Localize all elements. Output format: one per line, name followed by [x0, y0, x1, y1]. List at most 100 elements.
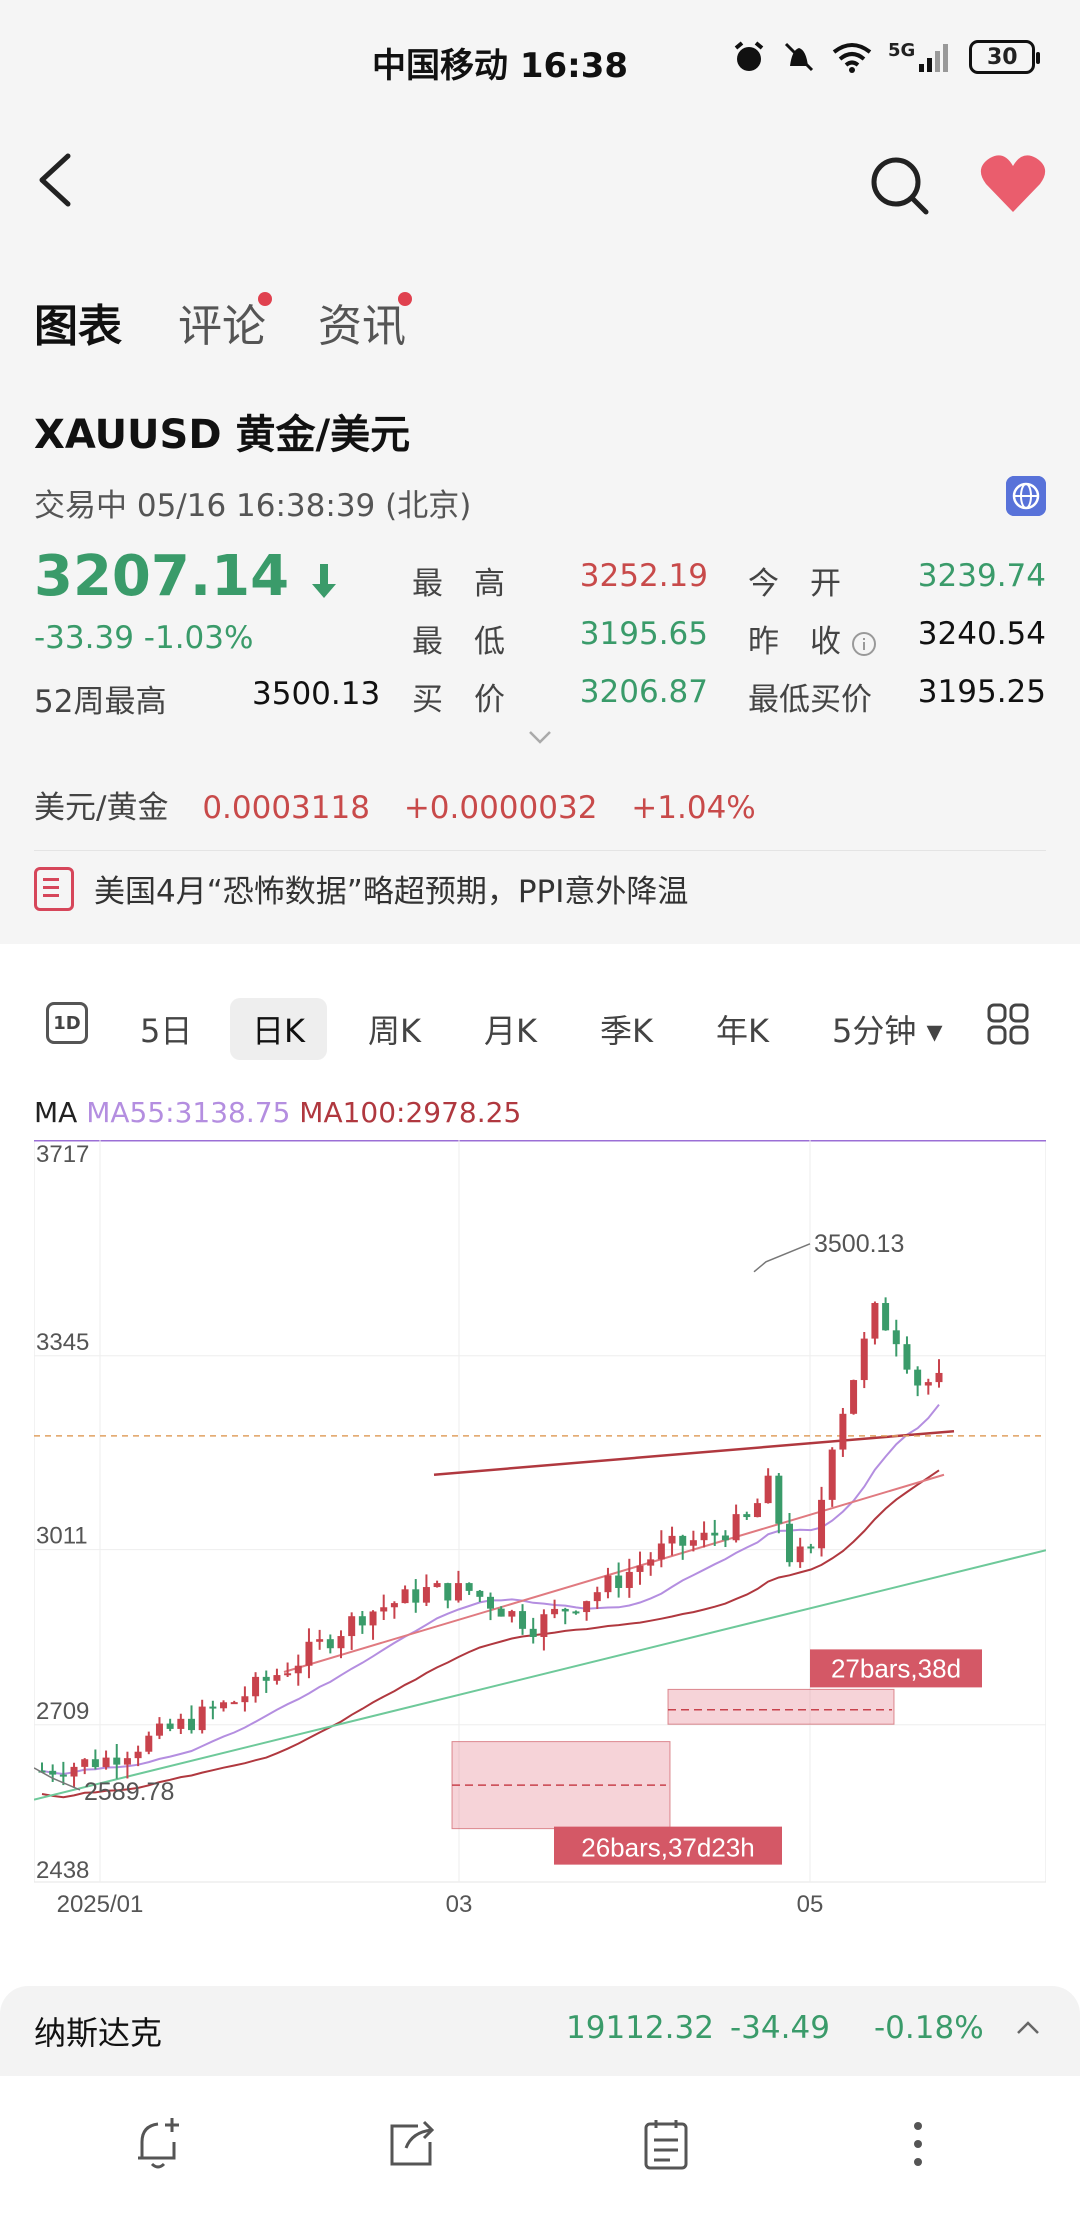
status-icons: 5G 30: [732, 40, 1041, 74]
x-tick-label: 05: [797, 1891, 824, 1918]
back-icon[interactable]: [28, 150, 88, 210]
candle-body: [284, 1673, 292, 1676]
favorite-heart-icon[interactable]: [978, 152, 1048, 216]
candle-body: [273, 1675, 281, 1681]
candle-body: [166, 1723, 174, 1729]
period-weekly[interactable]: 周K: [368, 1006, 421, 1052]
mute-icon: [784, 42, 814, 72]
high-value: 3252.19: [579, 558, 708, 594]
candle-body: [604, 1575, 612, 1593]
notes-icon[interactable]: [636, 2114, 696, 2174]
open-label: 今 开: [748, 566, 841, 602]
period-yearly[interactable]: 年K: [716, 1006, 769, 1052]
candle-body: [454, 1583, 462, 1601]
share-icon[interactable]: [382, 2114, 442, 2174]
week52-high-label: 52周最高: [34, 684, 167, 720]
alarm-icon: [734, 41, 764, 71]
fx-change: +0.0000032: [403, 790, 598, 826]
price-change: -33.39 -1.03%: [34, 620, 254, 656]
period-5min[interactable]: 5分钟 ▾: [832, 1006, 943, 1052]
candle: [871, 1301, 879, 1345]
candle-body: [711, 1532, 719, 1536]
globe-icon[interactable]: [1006, 476, 1046, 516]
candle-body: [871, 1303, 879, 1339]
high-label: 最 高: [412, 566, 505, 602]
candle: [828, 1447, 836, 1507]
search-icon[interactable]: [864, 150, 934, 220]
low-marker-label: 2589.78: [84, 1778, 174, 1806]
kline-chart[interactable]: 3717 3345 3011 2709 2438 2025/01 03 05 26bars,37…: [34, 1140, 1046, 1920]
index-change: -34.49: [730, 2010, 830, 2046]
candle-body: [593, 1592, 601, 1602]
candle-body: [326, 1639, 334, 1649]
period-daily[interactable]: 日K: [230, 998, 327, 1060]
candle-body: [241, 1696, 249, 1703]
tab-chart[interactable]: 图表: [34, 290, 122, 358]
candle-body: [700, 1532, 708, 1541]
index-ticker[interactable]: 纳斯达克 19112.32 -34.49 -0.18%: [0, 1986, 1080, 2076]
candle-body: [433, 1583, 441, 1588]
candle-body: [70, 1766, 78, 1777]
quote-summary: XAUUSD 黄金/美元 交易中 05/16 16:38:39 (北京) 320…: [0, 380, 1080, 925]
news-icon: [34, 866, 74, 911]
tab-news[interactable]: 资讯: [318, 290, 406, 354]
candle-body: [230, 1702, 238, 1705]
candle-body: [444, 1583, 452, 1601]
info-icon[interactable]: [851, 631, 877, 657]
index-name: 纳斯达克: [34, 2014, 163, 2052]
candle-body: [657, 1543, 665, 1560]
candle-body: [839, 1413, 847, 1450]
tab-comments[interactable]: 评论: [178, 290, 266, 354]
chevron-up-icon[interactable]: [1014, 2018, 1042, 2036]
x-tick-label: 2025/01: [57, 1891, 144, 1918]
tab-comments-badge: [258, 292, 272, 306]
candle-body: [732, 1514, 740, 1541]
candle-body: [134, 1751, 142, 1759]
grid-layout-icon[interactable]: [986, 1002, 1030, 1046]
candle-body: [476, 1590, 484, 1597]
candle-body: [497, 1608, 505, 1617]
candle-body: [155, 1723, 163, 1736]
candle-body: [903, 1344, 911, 1370]
y-tick-label: 3011: [36, 1523, 88, 1550]
candle-body: [764, 1475, 772, 1504]
candle-body: [358, 1616, 366, 1626]
news-headline: 美国4月“恐怖数据”略超预期，PPI意外降温: [94, 874, 689, 910]
measure-box-area: [667, 1688, 895, 1725]
candle-body: [572, 1611, 580, 1614]
news-banner[interactable]: 美国4月“恐怖数据”略超预期，PPI意外降温: [34, 866, 688, 911]
chevron-down-icon[interactable]: [526, 728, 554, 748]
candle-body: [850, 1380, 858, 1414]
candle-body: [529, 1628, 537, 1637]
candle-body: [465, 1583, 473, 1591]
period-quarterly[interactable]: 季K: [600, 1006, 653, 1052]
bid-value: 3206.87: [579, 674, 708, 710]
candle-body: [412, 1589, 420, 1603]
bell-plus-icon[interactable]: [130, 2114, 190, 2174]
candle-body: [924, 1382, 932, 1386]
ma-legend: MA MA55:3138.75 MA100:2978.25: [34, 1096, 522, 1129]
candle-body: [721, 1535, 729, 1541]
candle-body: [743, 1514, 751, 1518]
candle-body: [401, 1589, 409, 1604]
index-value: 19112.32: [566, 2010, 714, 2046]
network-label: 5G: [888, 40, 916, 61]
more-icon[interactable]: [888, 2114, 948, 2174]
timeframe-1d-icon[interactable]: 1D: [46, 1002, 88, 1044]
candle-body: [689, 1540, 697, 1546]
measure-label-1: 26bars,37d23h: [581, 1833, 754, 1863]
min-bid-label: 最低买价: [748, 682, 872, 718]
candle-body: [209, 1706, 217, 1709]
candle-body: [487, 1596, 494, 1609]
measure-label-2: 27bars,38d: [831, 1653, 961, 1683]
period-selector: 1D 5日 日K 周K 月K 季K 年K 5分钟 ▾: [34, 996, 1054, 1062]
period-5d[interactable]: 5日: [140, 1006, 192, 1052]
candle-body: [818, 1499, 826, 1549]
bid-label: 买 价: [412, 682, 505, 718]
candle-body: [380, 1607, 388, 1612]
candle-body: [935, 1372, 943, 1383]
candle-body: [123, 1758, 131, 1765]
low-label: 最 低: [412, 624, 505, 660]
period-monthly[interactable]: 月K: [484, 1006, 537, 1052]
candle-body: [668, 1535, 676, 1544]
